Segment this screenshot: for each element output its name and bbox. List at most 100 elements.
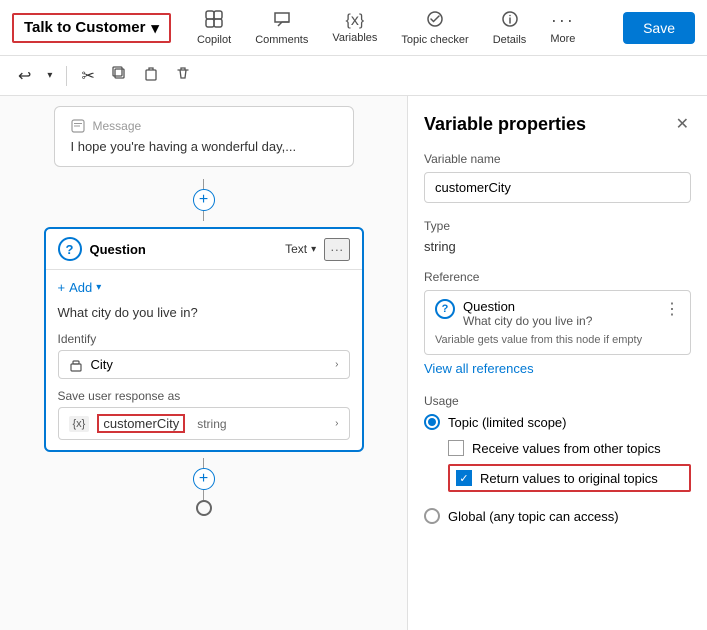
end-node — [196, 500, 212, 516]
save-response-label: Save user response as — [58, 389, 350, 403]
divider — [66, 66, 67, 86]
message-node[interactable]: Message I hope you're having a wonderful… — [54, 106, 354, 167]
connect-line-1: + — [10, 173, 397, 227]
delete-button[interactable] — [169, 61, 197, 90]
var-icon: {x} — [69, 416, 90, 432]
type-label: Type — [424, 219, 691, 233]
panel-title: Variable properties — [424, 114, 586, 135]
copilot-icon — [204, 9, 224, 32]
checkbox-group: Receive values from other topics ✓ Retur… — [448, 440, 691, 492]
ref-header: ? Question What city do you live in? ⋮ — [435, 299, 680, 328]
identify-field[interactable]: City › — [58, 350, 350, 379]
type-value: string — [424, 239, 691, 254]
topic-title-text: Talk to Customer — [24, 19, 145, 36]
node-more-button[interactable]: ··· — [324, 238, 349, 261]
var-name-input[interactable] — [424, 172, 691, 203]
node-type-label: Message — [93, 119, 142, 133]
usage-label: Usage — [424, 394, 691, 408]
cut-button[interactable]: ✂ — [75, 62, 100, 90]
usage-section: Usage Topic (limited scope) Receive valu… — [424, 394, 691, 492]
question-node-header: ? Question Text ▾ ··· — [46, 229, 362, 270]
identify-label: Identify — [58, 332, 350, 346]
receive-option[interactable]: Receive values from other topics — [448, 440, 691, 456]
undo-dropdown-button[interactable]: ▾ — [41, 66, 58, 85]
add-label: Add — [69, 280, 92, 295]
topic-title[interactable]: Talk to Customer ▾ — [12, 13, 171, 43]
receive-checkbox[interactable] — [448, 440, 464, 456]
variables-icon: {x} — [346, 12, 365, 30]
comments-label: Comments — [255, 34, 308, 46]
save-button[interactable]: Save — [623, 12, 695, 44]
variables-label: Variables — [332, 32, 377, 44]
question-icon: ? — [58, 237, 82, 261]
connect-line-2: + — [10, 452, 397, 522]
ref-title: Question — [463, 299, 592, 314]
global-option[interactable]: Global (any topic can access) — [424, 508, 691, 524]
reference-label: Reference — [424, 270, 691, 284]
add-dropdown-button[interactable]: + Add ▾ — [58, 280, 102, 295]
ref-note: Variable gets value from this node if em… — [435, 334, 680, 346]
var-name-label: Variable name — [424, 152, 691, 166]
add-node-button-1[interactable]: + — [193, 189, 215, 211]
var-chevron-icon: › — [335, 418, 338, 429]
more-icon: ··· — [551, 10, 575, 31]
properties-panel: Variable properties ✕ Variable name Type… — [407, 96, 707, 630]
message-node-wrapper: Message I hope you're having a wonderful… — [10, 106, 397, 167]
city-icon — [69, 358, 83, 372]
comments-icon — [272, 9, 292, 32]
comments-button[interactable]: Comments — [245, 5, 318, 50]
question-node-body: + Add ▾ What city do you live in? Identi… — [46, 270, 362, 450]
identify-value: City — [91, 357, 328, 372]
ref-more-button[interactable]: ⋮ — [664, 299, 680, 319]
text-chevron-icon: ▾ — [311, 244, 316, 255]
add-chevron-icon: ▾ — [96, 282, 101, 293]
add-node-button-2[interactable]: + — [193, 468, 215, 490]
question-text: What city do you live in? — [58, 305, 350, 320]
topic-scope-radio[interactable] — [424, 414, 440, 430]
topic-scope-label: Topic (limited scope) — [448, 415, 567, 430]
return-option-highlighted[interactable]: ✓ Return values to original topics — [448, 464, 691, 492]
paste-button[interactable] — [137, 61, 165, 90]
sub-toolbar: ↩ ▾ ✂ — [0, 56, 707, 96]
type-section: Type string — [424, 219, 691, 254]
node-header: Message — [71, 119, 337, 133]
var-name-badge: customerCity — [97, 414, 185, 433]
copy-button[interactable] — [105, 61, 133, 90]
variables-button[interactable]: {x} Variables — [322, 8, 387, 48]
details-icon — [500, 9, 520, 32]
toolbar: Talk to Customer ▾ Copilot Comme — [0, 0, 707, 56]
topic-checker-label: Topic checker — [401, 34, 468, 46]
details-button[interactable]: Details — [483, 5, 537, 50]
global-label: Global (any topic can access) — [448, 509, 619, 524]
close-panel-button[interactable]: ✕ — [674, 112, 691, 136]
topic-checker-button[interactable]: Topic checker — [391, 5, 478, 50]
receive-label: Receive values from other topics — [472, 441, 661, 456]
identify-chevron-icon: › — [335, 359, 338, 370]
question-title: Question — [90, 242, 278, 257]
ref-content: Question What city do you live in? — [463, 299, 592, 328]
main-area: Message I hope you're having a wonderful… — [0, 96, 707, 630]
message-text: I hope you're having a wonderful day,... — [71, 139, 337, 154]
canvas[interactable]: Message I hope you're having a wonderful… — [0, 96, 407, 630]
reference-section: Reference ? Question What city do you li… — [424, 270, 691, 378]
chevron-down-icon: ▾ — [151, 19, 159, 37]
text-type-label: Text — [285, 242, 307, 256]
topic-checker-icon — [425, 9, 445, 32]
more-button[interactable]: ··· More — [540, 6, 585, 49]
save-response-field[interactable]: {x} customerCity string › — [58, 407, 350, 440]
var-name-section: Variable name — [424, 152, 691, 203]
details-label: Details — [493, 34, 527, 46]
view-all-references-link[interactable]: View all references — [424, 361, 534, 376]
undo-button[interactable]: ↩ — [12, 62, 37, 90]
topic-scope-option[interactable]: Topic (limited scope) — [424, 414, 691, 430]
text-badge: Text ▾ — [285, 242, 316, 256]
copilot-label: Copilot — [197, 34, 231, 46]
question-node[interactable]: ? Question Text ▾ ··· + Add ▾ What city … — [44, 227, 364, 452]
global-radio[interactable] — [424, 508, 440, 524]
return-label: Return values to original topics — [480, 471, 658, 486]
copilot-button[interactable]: Copilot — [187, 5, 241, 50]
ref-question-icon: ? — [435, 299, 455, 319]
var-type-label: string — [197, 417, 327, 431]
ref-subtitle: What city do you live in? — [463, 314, 592, 328]
return-checkbox[interactable]: ✓ — [456, 470, 472, 486]
